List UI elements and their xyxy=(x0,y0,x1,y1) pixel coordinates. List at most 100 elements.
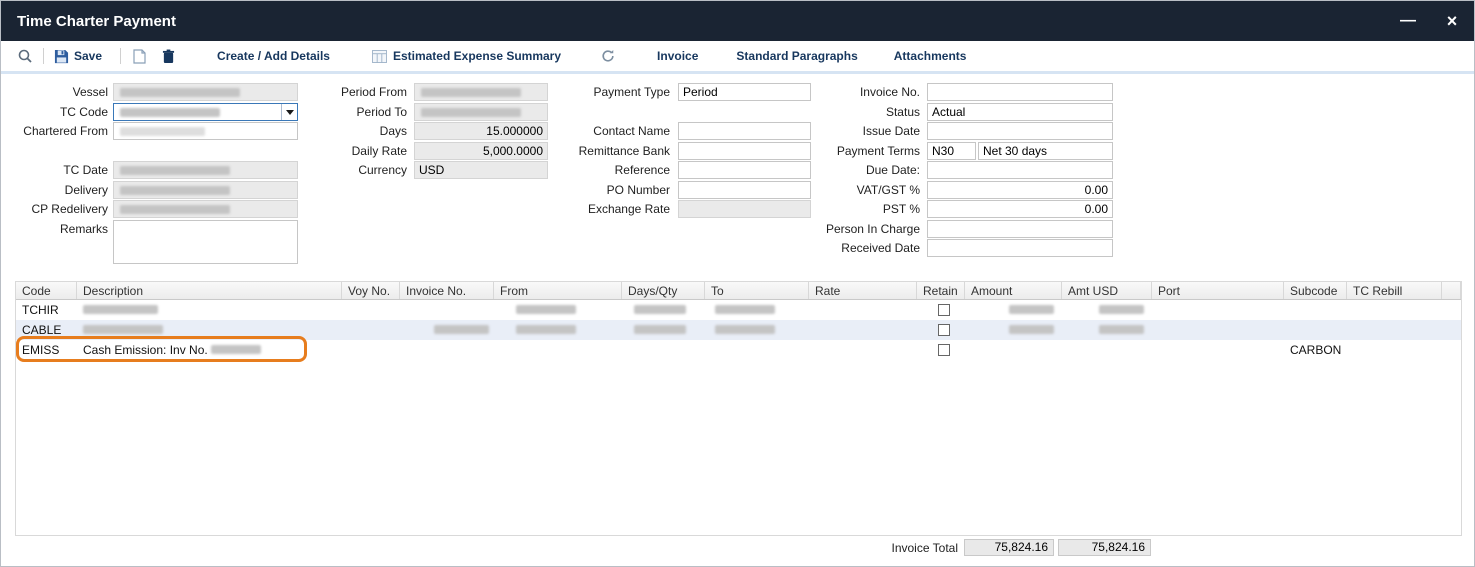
attachments-button[interactable]: Attachments xyxy=(894,49,967,63)
create-add-details-label: Create / Add Details xyxy=(217,49,330,63)
redacted-text xyxy=(715,305,775,314)
cell-amount xyxy=(965,300,1062,320)
cell-days-qty xyxy=(622,300,705,320)
cell-port xyxy=(1152,340,1284,360)
redacted-text xyxy=(211,345,261,354)
payment-type-label: Payment Type xyxy=(557,85,670,99)
cell-retain xyxy=(917,300,965,320)
cell-from xyxy=(494,320,622,340)
search-icon[interactable] xyxy=(17,48,33,64)
exchange-rate-label: Exchange Rate xyxy=(557,202,670,216)
cell-amount xyxy=(965,340,1062,360)
column-header-retain[interactable]: Retain xyxy=(917,282,965,299)
payment-terms-description-field[interactable]: Net 30 days xyxy=(978,142,1113,160)
column-header-days-qty[interactable]: Days/Qty xyxy=(622,282,705,299)
due-date-field xyxy=(927,161,1113,179)
redacted-text xyxy=(516,305,576,314)
window-title: Time Charter Payment xyxy=(1,13,176,30)
remittance-bank-label: Remittance Bank xyxy=(557,144,670,158)
person-in-charge-field[interactable] xyxy=(927,220,1113,238)
cell-to xyxy=(705,300,809,320)
cell-rate xyxy=(809,320,917,340)
redacted-text xyxy=(120,127,205,136)
cell-subcode xyxy=(1284,320,1347,340)
cell-voy-no xyxy=(342,300,400,320)
table-row[interactable]: TCHIR xyxy=(16,300,1461,320)
delete-icon[interactable] xyxy=(162,49,175,64)
tc-code-label: TC Code xyxy=(9,105,108,119)
toolbar-separator xyxy=(43,48,44,64)
invoice-total-amount-usd: 75,824.16 xyxy=(1058,539,1151,556)
retain-checkbox[interactable] xyxy=(938,304,950,316)
remarks-field[interactable] xyxy=(113,220,298,264)
column-header-to[interactable]: To xyxy=(705,282,809,299)
cell-invoice-no xyxy=(400,340,494,360)
due-date-label: Due Date: xyxy=(789,163,920,177)
copy-icon[interactable] xyxy=(133,49,146,64)
column-header-code[interactable]: Code xyxy=(16,282,77,299)
redacted-text xyxy=(83,305,158,314)
cell-code: TCHIR xyxy=(16,300,77,320)
redacted-text xyxy=(120,205,230,214)
received-date-field[interactable] xyxy=(927,239,1113,257)
redacted-text xyxy=(120,88,240,97)
column-header-voy-no[interactable]: Voy No. xyxy=(342,282,400,299)
vat-gst-field[interactable]: 0.00 xyxy=(927,181,1113,199)
issue-date-field[interactable] xyxy=(927,122,1113,140)
column-header-filler xyxy=(1442,282,1461,299)
save-icon xyxy=(54,49,69,64)
tc-code-dropdown[interactable] xyxy=(113,103,298,121)
column-header-rate[interactable]: Rate xyxy=(809,282,917,299)
cell-description xyxy=(77,300,342,320)
cell-invoice-no xyxy=(400,300,494,320)
delivery-label: Delivery xyxy=(9,183,108,197)
minimize-icon[interactable]: — xyxy=(1386,1,1430,41)
grid-header-row: Code Description Voy No. Invoice No. Fro… xyxy=(16,282,1461,300)
save-button[interactable]: Save xyxy=(54,49,102,64)
standard-paragraphs-label: Standard Paragraphs xyxy=(736,49,857,63)
reference-label: Reference xyxy=(557,163,670,177)
delivery-field xyxy=(113,181,298,199)
received-date-label: Received Date xyxy=(789,241,920,255)
column-header-amt-usd[interactable]: Amt USD xyxy=(1062,282,1152,299)
daily-rate-label: Daily Rate xyxy=(321,144,407,158)
retain-checkbox[interactable] xyxy=(938,324,950,336)
estimated-expense-summary-button[interactable]: Estimated Expense Summary xyxy=(372,49,561,63)
cell-code: CABLE xyxy=(16,320,77,340)
expense-summary-icon xyxy=(372,50,387,63)
table-row[interactable]: EMISS Cash Emission: Inv No. CARBON xyxy=(16,340,1461,360)
table-row[interactable]: CABLE xyxy=(16,320,1461,340)
payment-terms-code-field[interactable]: N30 xyxy=(927,142,976,160)
column-header-invoice-no[interactable]: Invoice No. xyxy=(400,282,494,299)
cell-filler xyxy=(1442,320,1461,340)
chartered-from-field[interactable] xyxy=(113,122,298,140)
vessel-label: Vessel xyxy=(9,85,108,99)
column-header-port[interactable]: Port xyxy=(1152,282,1284,299)
period-from-label: Period From xyxy=(321,85,407,99)
cell-subcode: CARBON xyxy=(1284,340,1347,360)
refresh-icon[interactable] xyxy=(601,49,615,63)
close-icon[interactable]: × xyxy=(1430,1,1474,41)
daily-rate-field: 5,000.0000 xyxy=(414,142,548,160)
standard-paragraphs-button[interactable]: Standard Paragraphs xyxy=(736,49,857,63)
column-header-from[interactable]: From xyxy=(494,282,622,299)
redacted-text xyxy=(1099,325,1144,334)
column-header-description[interactable]: Description xyxy=(77,282,342,299)
column-header-tc-rebill[interactable]: TC Rebill xyxy=(1347,282,1442,299)
create-add-details-button[interactable]: Create / Add Details xyxy=(217,49,330,63)
redacted-text xyxy=(516,325,576,334)
cell-rate xyxy=(809,340,917,360)
retain-checkbox[interactable] xyxy=(938,344,950,356)
days-field: 15.000000 xyxy=(414,122,548,140)
cp-redelivery-label: CP Redelivery xyxy=(9,202,108,216)
cell-tc-rebill xyxy=(1347,320,1442,340)
pst-field[interactable]: 0.00 xyxy=(927,200,1113,218)
remarks-label: Remarks xyxy=(9,222,108,236)
invoice-no-field[interactable] xyxy=(927,83,1113,101)
invoice-button[interactable]: Invoice xyxy=(657,49,698,63)
redacted-text xyxy=(120,108,220,117)
column-header-amount[interactable]: Amount xyxy=(965,282,1062,299)
column-header-subcode[interactable]: Subcode xyxy=(1284,282,1347,299)
days-label: Days xyxy=(321,124,407,138)
chevron-down-icon[interactable] xyxy=(281,104,297,120)
